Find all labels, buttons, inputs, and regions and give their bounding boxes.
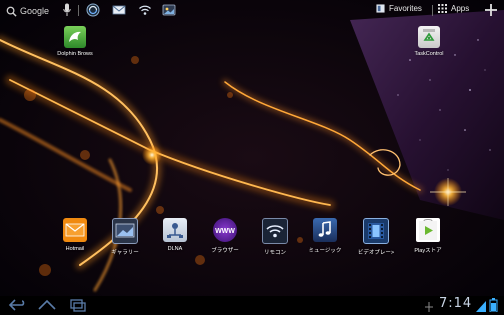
dock-app-dlna[interactable]: DLNA — [152, 218, 198, 252]
play-store-icon — [416, 218, 440, 242]
wifi-notification-icon — [139, 5, 151, 15]
dlna-icon — [163, 218, 187, 242]
home-icon[interactable] — [37, 298, 57, 312]
wifi-remote-icon — [262, 218, 288, 244]
dock-app-label: DLNA — [167, 246, 183, 252]
mail-notification-icon — [112, 5, 126, 15]
dock-app-music[interactable]: ミュージック — [302, 218, 348, 254]
music-note-icon — [313, 218, 337, 242]
google-search[interactable]: Google — [6, 4, 49, 18]
dock-app-label: Hotmail — [65, 246, 85, 252]
film-icon — [363, 218, 389, 244]
apps-label: Apps — [451, 4, 470, 13]
apps-button[interactable]: Apps — [438, 4, 469, 13]
dock-app-hotmail[interactable]: Hotmail — [52, 218, 98, 252]
clock[interactable]: 7:14 — [439, 296, 472, 311]
dock-app-label: ビデオプレー> — [357, 250, 395, 256]
browser-www-icon: WWW — [213, 218, 237, 242]
svg-text:WWW: WWW — [215, 228, 235, 235]
dock-app-gallery[interactable]: ギャラリー — [102, 218, 148, 256]
add-icon[interactable] — [483, 2, 499, 18]
favorites-button[interactable]: Favorites — [376, 4, 422, 13]
favorites-icon — [376, 4, 385, 13]
top-bar: Google Favorites Apps — [0, 0, 504, 24]
search-icon — [6, 6, 17, 17]
google-search-label: Google — [20, 6, 50, 16]
dock-app-remote[interactable]: リモコン — [252, 218, 298, 256]
shortcut-task-control[interactable]: TaskControl — [401, 26, 457, 57]
battery-icon — [489, 298, 498, 312]
shortcut-label: TaskControl — [414, 51, 444, 57]
gallery-icon — [112, 218, 138, 244]
dock-app-label: ミュージック — [308, 248, 342, 254]
recent-apps-icon[interactable] — [69, 298, 87, 312]
dock-app-label: Playストア — [414, 248, 442, 254]
system-nav-bar — [0, 296, 504, 315]
divider — [78, 5, 79, 16]
dock-app-label: ブラウザー — [211, 248, 239, 254]
apps-grid-icon — [438, 4, 447, 13]
dock-app-video-player[interactable]: ビデオプレー> — [353, 218, 399, 256]
sync-icon — [86, 3, 100, 17]
envelope-icon — [63, 218, 87, 242]
back-icon[interactable] — [8, 298, 26, 312]
shortcut-label: Dolphin Brows — [57, 51, 93, 57]
favorites-label: Favorites — [389, 4, 422, 13]
task-control-icon — [418, 26, 440, 48]
wifi-signal-icon — [476, 301, 486, 312]
microphone-icon[interactable] — [63, 3, 71, 17]
dock-app-label: ギャラリー — [111, 250, 139, 256]
dolphin-browser-icon — [64, 26, 86, 48]
divider — [432, 5, 433, 16]
dock-app-play-store[interactable]: Playストア — [405, 218, 451, 254]
dock-app-browser[interactable]: WWW ブラウザー — [202, 218, 248, 254]
photos-notification-icon — [162, 4, 176, 16]
usb-status-icon — [425, 302, 433, 312]
dock-app-label: リモコン — [263, 250, 286, 256]
shortcut-dolphin-browser[interactable]: Dolphin Brows — [47, 26, 103, 57]
